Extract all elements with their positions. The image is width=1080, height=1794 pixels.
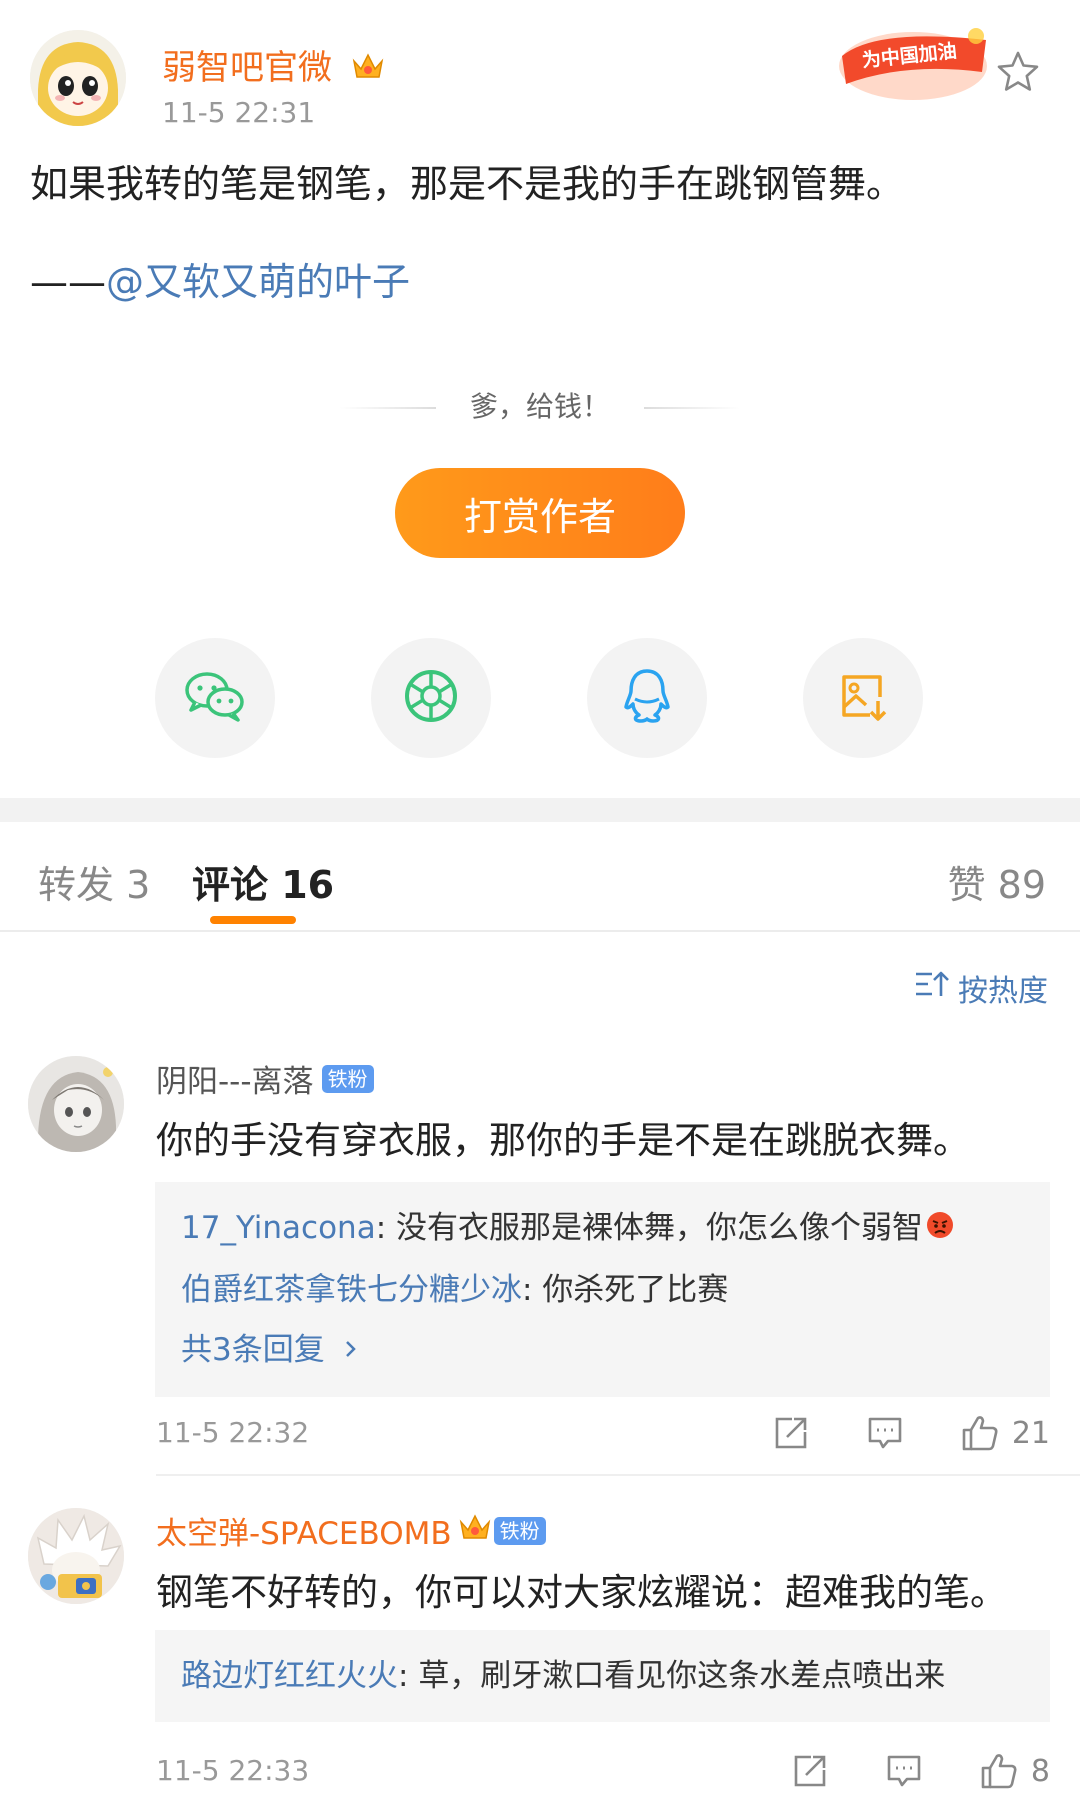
mention-link[interactable]: @又软又萌的叶子: [106, 260, 410, 304]
comment-text: 你的手没有穿衣服，那你的手是不是在跳脱衣舞。: [156, 1119, 970, 1162]
like-count: 8: [1030, 1753, 1050, 1789]
sort-icon: [914, 968, 958, 1008]
chevron-right-icon: [343, 1321, 359, 1381]
comment-item: 阴阳---离落 铁粉 你的手没有穿衣服，那你的手是不是在跳脱衣舞。 17_Yin…: [0, 1052, 1080, 1492]
reply-item: 17_Yinacona: 没有衣服那是裸体舞，你怎么像个弱智: [181, 1198, 1024, 1260]
reply-author[interactable]: 伯爵红茶拿铁七分糖少冰: [181, 1272, 522, 1308]
author-avatar[interactable]: [30, 30, 126, 126]
commenter-name[interactable]: 太空弹-SPACEBOMB 铁粉: [156, 1508, 546, 1553]
reply-item: 路边灯红红火火: 草，刷牙漱口看见你这条水差点喷出来: [181, 1646, 1024, 1706]
reward-author-button[interactable]: 打赏作者: [395, 468, 685, 558]
share-out-icon: [791, 1752, 829, 1790]
vip-crown-icon: [351, 50, 385, 90]
thumbs-up-icon: [979, 1751, 1019, 1791]
comment-bubble-icon: [866, 1414, 904, 1452]
reply-comment-button[interactable]: [866, 1414, 904, 1452]
comment-actions: 21: [716, 1408, 1050, 1458]
like-comment-button[interactable]: 8: [979, 1751, 1050, 1791]
reply-text: 你杀死了比赛: [542, 1271, 729, 1308]
divider: [644, 407, 740, 409]
angry-face-icon: [925, 1200, 955, 1260]
comment-time: 11-5 22:33: [156, 1754, 310, 1787]
reply-text: 没有衣服那是裸体舞，你怎么像个弱智: [396, 1210, 924, 1246]
commenter-name[interactable]: 阴阳---离落 铁粉: [156, 1056, 374, 1101]
reply-author[interactable]: 17_Yinacona: [181, 1210, 376, 1246]
iron-fan-badge: 铁粉: [493, 1516, 546, 1545]
reply-separator: :: [522, 1271, 543, 1308]
wechat-icon: [183, 668, 247, 728]
reply-item: 伯爵红茶拿铁七分糖少冰: 你杀死了比赛: [181, 1260, 1024, 1320]
comment-text: 钢笔不好转的，你可以对大家炫耀说：超难我的笔。: [156, 1571, 1007, 1614]
sort-label: 按热度: [958, 974, 1048, 1009]
tab-active-indicator: [210, 916, 296, 924]
reply-box[interactable]: 17_Yinacona: 没有衣服那是裸体舞，你怎么像个弱智 伯爵红茶拿铁七分糖…: [155, 1182, 1050, 1397]
reply-separator: :: [398, 1658, 419, 1694]
reply-box[interactable]: 路边灯红红火火: 草，刷牙漱口看见你这条水差点喷出来: [155, 1630, 1050, 1722]
divider: [339, 407, 436, 409]
tab-bar: 转发 3 评论 16 赞 89: [0, 822, 1080, 932]
reply-separator: :: [375, 1210, 397, 1246]
save-image-button[interactable]: [803, 638, 923, 758]
favorite-star-icon[interactable]: [994, 48, 1042, 96]
repost-comment-button[interactable]: [772, 1414, 810, 1452]
tab-comments[interactable]: 评论 16: [192, 854, 334, 909]
section-divider: [0, 798, 1080, 822]
post-text: 如果我转的笔是钢笔，那是不是我的手在跳钢管舞。: [30, 162, 905, 206]
comment-separator: [156, 1474, 1080, 1476]
repost-comment-button[interactable]: [791, 1752, 829, 1790]
comment-actions: 8: [735, 1746, 1050, 1794]
commenter-name-text: 阴阳---离落: [156, 1064, 314, 1100]
vip-crown-icon: [458, 1512, 492, 1550]
share-qq-button[interactable]: [587, 638, 707, 758]
reply-author[interactable]: 路边灯红红火火: [181, 1658, 398, 1694]
share-wechat-button[interactable]: [155, 638, 275, 758]
share-row: [0, 638, 1080, 758]
comment-item: 太空弹-SPACEBOMB 铁粉 钢笔不好转的，你可以对大家炫耀说：超难我的笔。…: [0, 1504, 1080, 1794]
view-more-replies-link[interactable]: 共3条回复: [181, 1320, 1024, 1382]
commenter-avatar[interactable]: [28, 1056, 124, 1152]
iron-fan-badge: 铁粉: [321, 1064, 374, 1093]
post-header: 弱智吧官微 11-5 22:31 为中国加油: [30, 28, 1050, 130]
share-out-icon: [772, 1414, 810, 1452]
moments-icon: [402, 667, 460, 729]
reward-prompt: 爹，给钱！: [0, 385, 1080, 425]
share-moments-button[interactable]: [371, 638, 491, 758]
more-replies-text: 共3条回复: [181, 1331, 325, 1368]
save-image-icon: [836, 669, 890, 727]
thumbs-up-icon: [960, 1413, 1000, 1453]
tab-likes[interactable]: 赞 89: [948, 854, 1046, 909]
qq-icon: [620, 667, 674, 729]
post-quote: ——@又软又萌的叶子: [30, 256, 410, 308]
reward-prompt-text: 爹，给钱！: [469, 390, 610, 423]
commenter-avatar[interactable]: [28, 1508, 124, 1604]
like-comment-button[interactable]: 21: [960, 1413, 1050, 1453]
comment-time: 11-5 22:32: [156, 1416, 310, 1449]
reply-text: 草，刷牙漱口看见你这条水差点喷出来: [418, 1658, 946, 1694]
author-name[interactable]: 弱智吧官微: [162, 40, 385, 90]
post-time: 11-5 22:31: [162, 96, 316, 129]
comment-bubble-icon: [885, 1752, 923, 1790]
quote-prefix: ——: [30, 260, 106, 304]
commenter-name-text: 太空弹-SPACEBOMB: [156, 1516, 452, 1552]
tab-repost[interactable]: 转发 3: [38, 854, 150, 909]
reply-comment-button[interactable]: [885, 1752, 923, 1790]
like-count: 21: [1011, 1415, 1050, 1451]
cheer-china-badge[interactable]: 为中国加油: [836, 22, 990, 104]
sort-by-heat-button[interactable]: 按热度: [914, 966, 1048, 1010]
